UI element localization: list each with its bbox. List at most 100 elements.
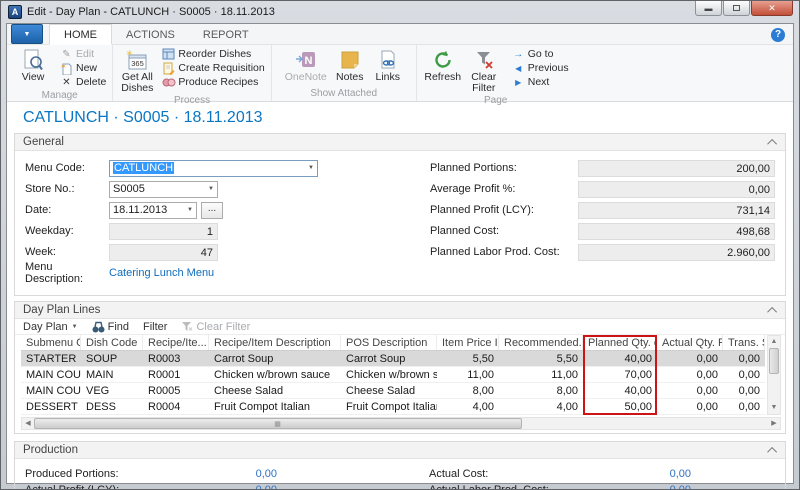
application-menu-button[interactable]: ▼: [11, 24, 43, 44]
produced-portions-value[interactable]: 0,00: [173, 468, 277, 480]
menu-code-input[interactable]: CATLUNCH ▼: [109, 160, 318, 177]
day-plan-lines-band[interactable]: Day Plan Lines: [15, 302, 785, 319]
cell-item-price[interactable]: 11,00: [437, 367, 499, 382]
menu-description-link[interactable]: Catering Lunch Menu: [109, 267, 214, 279]
scroll-down-icon[interactable]: ▼: [768, 402, 780, 414]
previous-button[interactable]: ◀ Previous: [509, 61, 571, 75]
column-header[interactable]: Dish Code: [81, 335, 143, 350]
cell-trans-sales[interactable]: 0,00: [723, 399, 765, 414]
find-button[interactable]: Find: [92, 321, 129, 333]
cell-recipe-description[interactable]: Chicken w/brown sauce: [209, 367, 341, 382]
column-header[interactable]: Trans. Sales (...: [723, 335, 765, 350]
table-row[interactable]: DESSERT DESS R0004 Fruit Compot Italian …: [21, 399, 765, 415]
actual-labor-value[interactable]: 0,00: [579, 484, 691, 490]
create-requisition-button[interactable]: Create Requisition: [159, 61, 266, 75]
vertical-scroll-thumb[interactable]: [769, 348, 779, 374]
scroll-up-icon[interactable]: ▲: [768, 336, 780, 348]
cell-actual-qty[interactable]: 0,00: [657, 351, 723, 366]
cell-dish-code[interactable]: MAIN: [81, 367, 143, 382]
cell-item-price[interactable]: 4,00: [437, 399, 499, 414]
cell-recommended[interactable]: 11,00: [499, 367, 583, 382]
cell-recommended[interactable]: 4,00: [499, 399, 583, 414]
cell-pos-description[interactable]: Cheese Salad: [341, 383, 437, 398]
filter-button[interactable]: Filter: [143, 321, 167, 333]
cell-item-price[interactable]: 5,50: [437, 351, 499, 366]
get-all-dishes-button[interactable]: 365✳ Get All Dishes: [117, 47, 157, 94]
column-header[interactable]: Recipe/Ite...: [143, 335, 209, 350]
column-header[interactable]: Recipe/Item Description: [209, 335, 341, 350]
cell-submenu[interactable]: DESSERT: [21, 399, 81, 414]
tab-home[interactable]: HOME: [49, 24, 112, 45]
help-icon[interactable]: ?: [771, 28, 785, 42]
refresh-button[interactable]: Refresh: [421, 47, 465, 83]
general-band[interactable]: General: [15, 134, 785, 151]
produce-recipes-button[interactable]: Produce Recipes: [159, 75, 266, 89]
table-row[interactable]: MAIN COUR... MAIN R0001 Chicken w/brown …: [21, 367, 765, 383]
column-header[interactable]: Recommended...: [499, 335, 583, 350]
collapse-chevron-icon[interactable]: [767, 446, 777, 456]
production-band[interactable]: Production: [15, 442, 785, 459]
table-row[interactable]: MAIN COUR... VEG R0005 Cheese Salad Chee…: [21, 383, 765, 399]
cell-planned-qty[interactable]: 40,00: [583, 383, 657, 398]
next-button[interactable]: ▶ Next: [509, 75, 571, 89]
delete-button[interactable]: ✕ Delete: [57, 75, 108, 89]
cell-submenu[interactable]: MAIN COUR...: [21, 367, 81, 382]
minimize-button[interactable]: ▬: [695, 1, 722, 16]
store-no-input[interactable]: S0005 ▼: [109, 181, 218, 198]
links-button[interactable]: Links: [370, 47, 406, 83]
column-header[interactable]: Item Price Incl. ...: [437, 335, 499, 350]
actual-cost-value[interactable]: 0,00: [579, 468, 691, 480]
day-plan-menu-button[interactable]: Day Plan ▼: [23, 321, 78, 333]
cell-recipe-no[interactable]: R0004: [143, 399, 209, 414]
tab-report[interactable]: REPORT: [189, 25, 263, 44]
cell-submenu[interactable]: STARTER: [21, 351, 81, 366]
cell-trans-sales[interactable]: 0,00: [723, 383, 765, 398]
cell-planned-qty[interactable]: 40,00: [583, 351, 657, 366]
cell-trans-sales[interactable]: 0,00: [723, 351, 765, 366]
horizontal-scroll-track[interactable]: [522, 418, 768, 429]
column-header[interactable]: POS Description: [341, 335, 437, 350]
vertical-scrollbar[interactable]: ▲ ▼: [767, 335, 781, 415]
cell-pos-description[interactable]: Carrot Soup: [341, 351, 437, 366]
new-button[interactable]: ✶ New: [57, 61, 108, 75]
vertical-scroll-track[interactable]: [768, 374, 780, 402]
cell-recipe-no[interactable]: R0003: [143, 351, 209, 366]
cell-recipe-description[interactable]: Carrot Soup: [209, 351, 341, 366]
dropdown-arrow-icon[interactable]: ▼: [304, 165, 314, 171]
cell-pos-description[interactable]: Fruit Compot Italian: [341, 399, 437, 414]
column-header[interactable]: Submenu C...: [21, 335, 81, 350]
horizontal-scrollbar[interactable]: ◀ ▦ ▶: [21, 417, 781, 430]
cell-dish-code[interactable]: SOUP: [81, 351, 143, 366]
cell-recommended[interactable]: 5,50: [499, 351, 583, 366]
cell-actual-qty[interactable]: 0,00: [657, 383, 723, 398]
date-input[interactable]: 18.11.2013 ▼: [109, 202, 197, 219]
cell-trans-sales[interactable]: 0,00: [723, 367, 765, 382]
cell-submenu[interactable]: MAIN COUR...: [21, 383, 81, 398]
table-row[interactable]: STARTER SOUP R0003 Carrot Soup Carrot So…: [21, 351, 765, 367]
cell-planned-qty[interactable]: 70,00: [583, 367, 657, 382]
close-button[interactable]: ✕: [751, 1, 793, 16]
scroll-right-icon[interactable]: ▶: [768, 418, 780, 429]
maximize-button[interactable]: [723, 1, 750, 16]
goto-button[interactable]: → Go to: [509, 47, 571, 61]
horizontal-scroll-thumb[interactable]: ▦: [34, 418, 522, 429]
reorder-dishes-button[interactable]: Reorder Dishes: [159, 47, 266, 61]
column-header-planned-qty[interactable]: Planned Qty. of...: [583, 335, 657, 350]
cell-item-price[interactable]: 8,00: [437, 383, 499, 398]
clear-filter-button[interactable]: Clear Filter: [465, 47, 503, 94]
collapse-chevron-icon[interactable]: [767, 138, 777, 148]
notes-button[interactable]: Notes: [330, 47, 370, 83]
cell-recipe-description[interactable]: Cheese Salad: [209, 383, 341, 398]
cell-dish-code[interactable]: DESS: [81, 399, 143, 414]
actual-profit-value[interactable]: 0,00: [173, 484, 277, 490]
cell-recommended[interactable]: 8,00: [499, 383, 583, 398]
dropdown-arrow-icon[interactable]: ▼: [204, 186, 214, 192]
cell-planned-qty[interactable]: 50,00: [583, 399, 657, 414]
cell-recipe-no[interactable]: R0005: [143, 383, 209, 398]
cell-recipe-description[interactable]: Fruit Compot Italian: [209, 399, 341, 414]
column-header[interactable]: Actual Qty. Pro...: [657, 335, 723, 350]
view-button[interactable]: View: [11, 47, 55, 83]
cell-pos-description[interactable]: Chicken w/brown s...: [341, 367, 437, 382]
cell-actual-qty[interactable]: 0,00: [657, 399, 723, 414]
dropdown-arrow-icon[interactable]: ▼: [183, 207, 193, 213]
